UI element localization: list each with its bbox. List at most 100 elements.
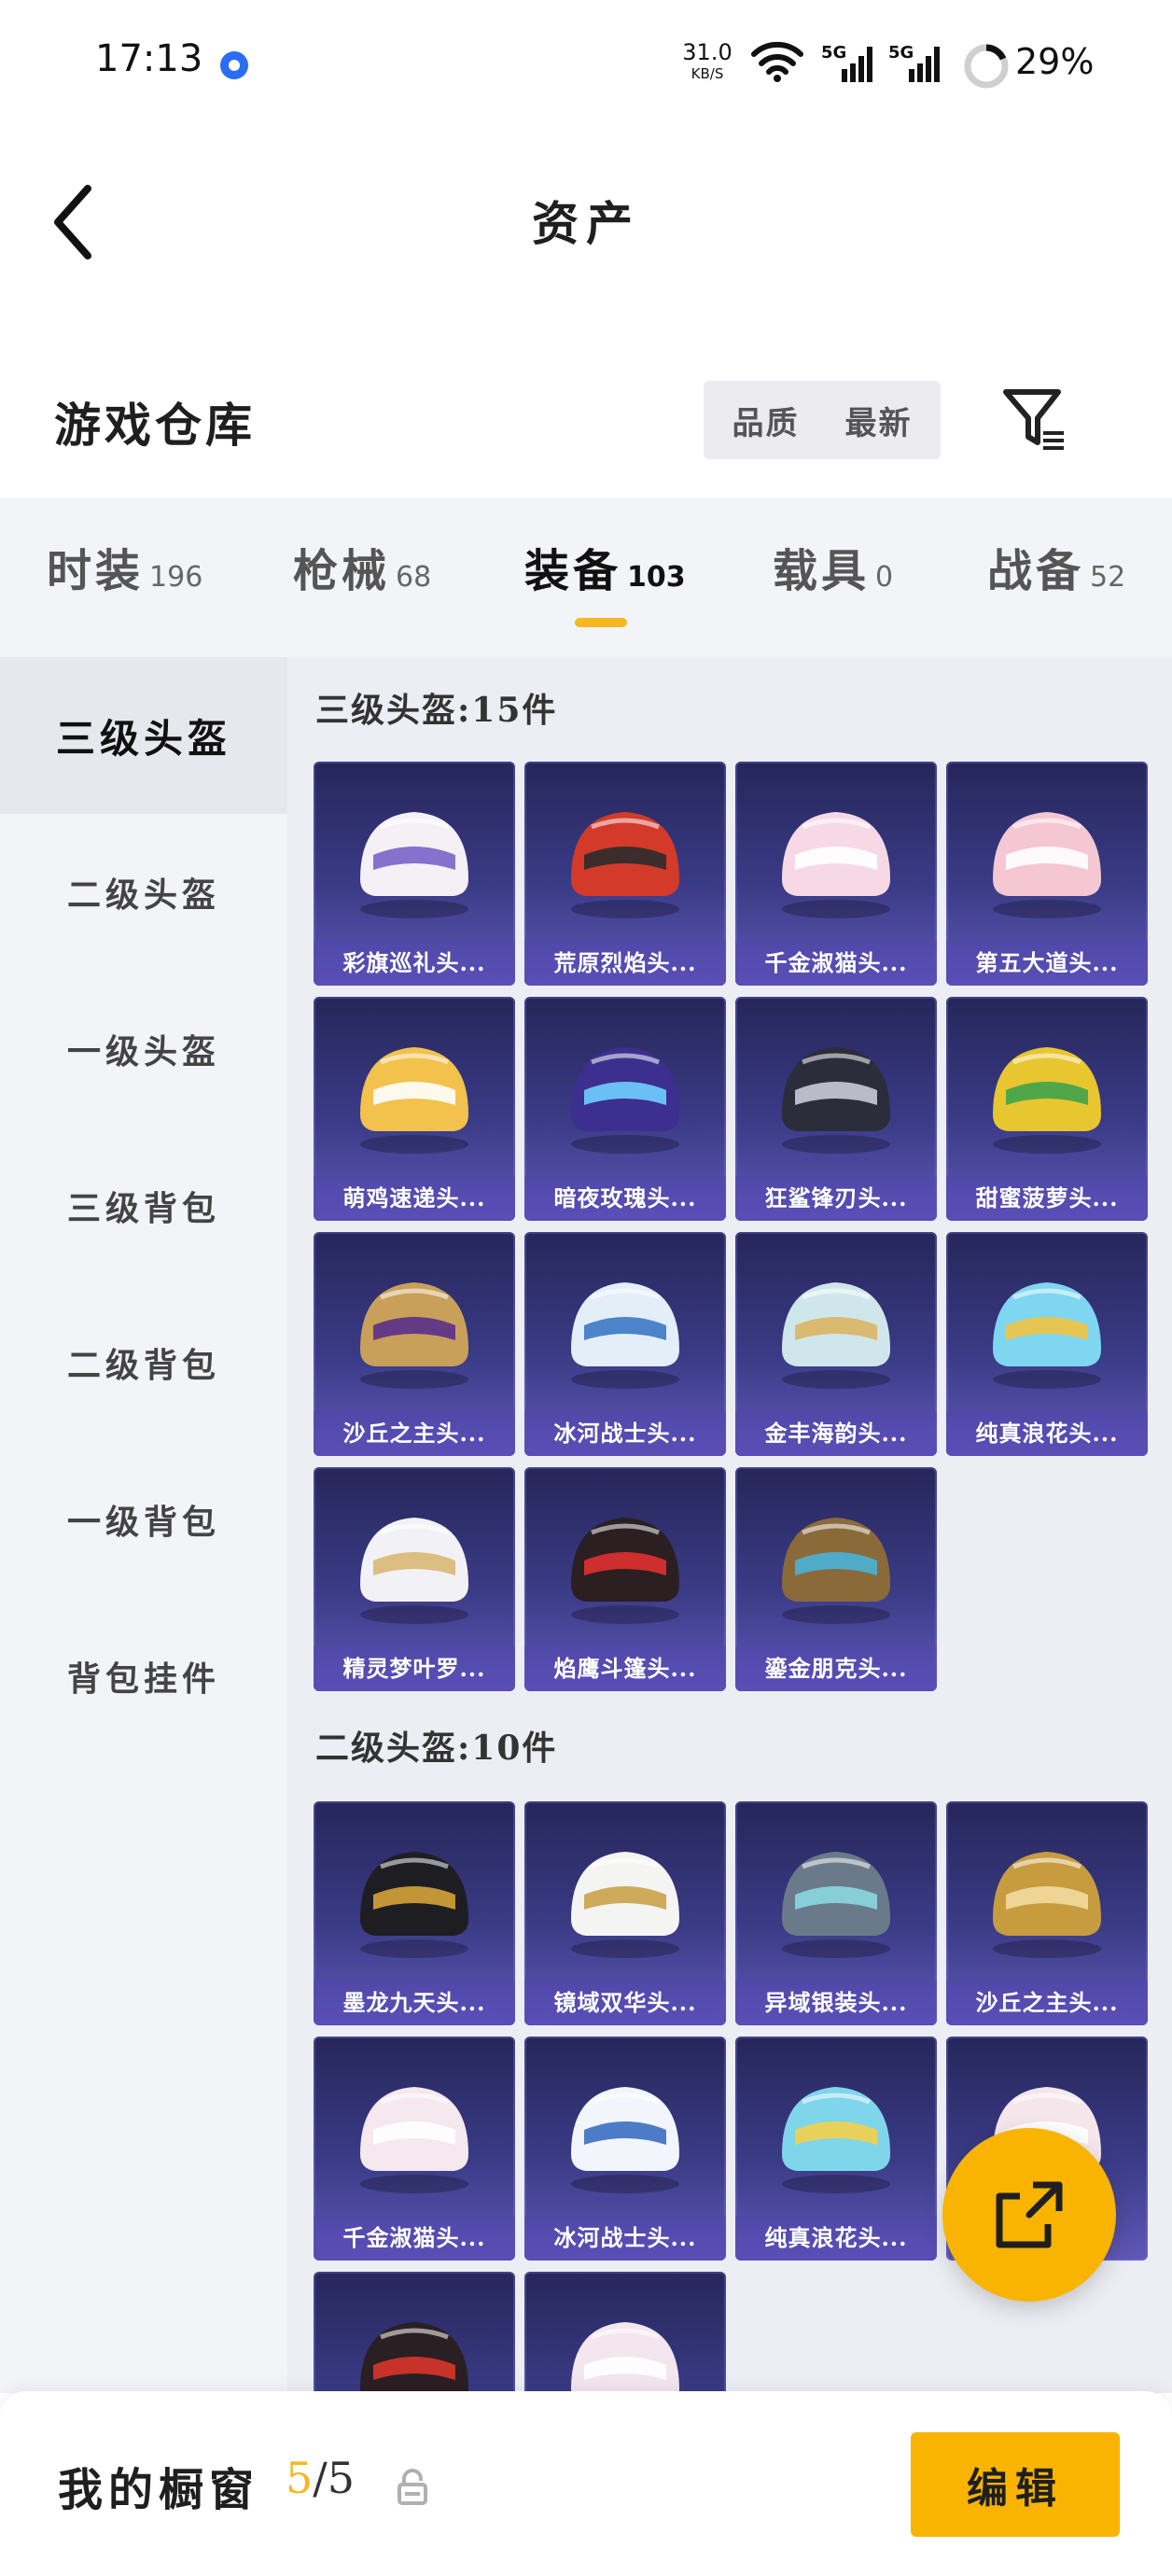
item-image: [993, 1047, 1101, 1154]
item-card[interactable]: 异域银装头...: [735, 1801, 937, 2025]
item-name: 异域银装头...: [735, 1981, 937, 2025]
item-name: 鎏金朋克头...: [735, 1646, 937, 1691]
showcase-current: 5: [286, 2453, 314, 2503]
sidebar-item-level1-helmet[interactable]: 一级头盔: [0, 971, 287, 1127]
item-name: 沙丘之主头...: [314, 1411, 515, 1456]
network-speed: 31.0 KB/S: [679, 41, 735, 81]
item-image: [360, 1047, 468, 1154]
tab-label: 时装: [47, 545, 145, 597]
network-label: 5G: [888, 43, 914, 63]
item-card[interactable]: 镜域双华头...: [524, 1801, 726, 2025]
tab-supplies[interactable]: 战备 52: [987, 534, 1125, 599]
page-title: 资产: [532, 196, 640, 251]
tab-count: 52: [1090, 561, 1126, 594]
network-speed-unit: KB/S: [691, 65, 724, 82]
warehouse-title: 游戏仓库: [54, 398, 256, 453]
item-card[interactable]: 纯真浪花头...: [735, 2037, 937, 2261]
sort-latest-button[interactable]: 最新: [822, 386, 935, 454]
item-card[interactable]: 甜蜜菠萝头...: [946, 997, 1148, 1221]
tab-count: 0: [875, 561, 894, 594]
item-name: 焰鹰斗篷头...: [524, 1646, 726, 1691]
tab-label: 枪械: [293, 545, 391, 597]
battery-icon: [964, 44, 1009, 89]
item-image: [993, 812, 1101, 918]
signal-icon: 5G: [821, 43, 872, 82]
signal-icon: 5G: [888, 43, 940, 82]
item-name: 沙丘之主头...: [946, 1981, 1148, 2025]
item-image: [360, 1852, 468, 1958]
item-image: [993, 1852, 1101, 1958]
item-card[interactable]: 墨龙九天头...: [314, 1801, 515, 2025]
tab-label: 装备: [524, 545, 622, 597]
sidebar-item-level3-helmet[interactable]: 三级头盔: [0, 657, 287, 814]
sort-quality-button[interactable]: 品质: [709, 386, 822, 454]
tab-firearms[interactable]: 枪械 68: [293, 534, 431, 599]
item-card[interactable]: 狂鲨锋刃头...: [735, 997, 937, 1221]
sidebar-item-backpack-pendant[interactable]: 背包挂件: [0, 1598, 287, 1755]
item-card[interactable]: 荒原烈焰头...: [524, 762, 726, 986]
edit-button[interactable]: 编辑: [911, 2432, 1120, 2537]
item-card[interactable]: 千金淑猫头...: [314, 2037, 515, 2261]
item-card[interactable]: 冰河战士头...: [524, 1232, 726, 1456]
sidebar: 三级头盔 二级头盔 一级头盔 三级背包 二级背包 一级背包 背包挂件: [0, 657, 287, 2393]
item-image: [782, 1518, 890, 1624]
item-name: 千金淑猫头...: [735, 941, 937, 986]
item-card[interactable]: 精灵梦叶罗...: [314, 1467, 515, 1691]
section-title: 三级头盔:15件: [315, 691, 558, 730]
section-title: 二级头盔:10件: [315, 1729, 558, 1768]
showcase-label: 我的橱窗: [58, 2464, 260, 2516]
item-name: 冰河战士头...: [524, 2216, 726, 2261]
tab-vehicles[interactable]: 载具 0: [773, 534, 893, 599]
showcase-bar: 我的橱窗 5/5 编辑: [0, 2391, 1172, 2576]
filter-icon[interactable]: [1000, 385, 1069, 454]
sidebar-item-level3-backpack[interactable]: 三级背包: [0, 1127, 287, 1284]
tab-fashion[interactable]: 时装 196: [47, 534, 202, 599]
tab-label: 战备: [987, 545, 1085, 597]
sidebar-item-level2-backpack[interactable]: 二级背包: [0, 1284, 287, 1441]
item-card[interactable]: 萌鸡速递头...: [314, 997, 515, 1221]
showcase-count: 5/5: [286, 2453, 355, 2503]
item-card[interactable]: [524, 2272, 726, 2393]
item-name: 荒原烈焰头...: [524, 941, 726, 986]
wifi-icon: [751, 41, 803, 82]
network-speed-value: 31.0: [682, 39, 732, 65]
showcase-separator: /: [313, 2453, 328, 2503]
item-card[interactable]: 暗夜玫瑰头...: [524, 997, 726, 1221]
item-card[interactable]: 纯真浪花头...: [946, 1232, 1148, 1456]
battery-percent: 29%: [1015, 41, 1095, 82]
item-card[interactable]: 焰鹰斗篷头...: [524, 1467, 726, 1691]
item-card[interactable]: [314, 2272, 515, 2393]
tab-equipment[interactable]: 装备 103: [524, 534, 686, 599]
status-bar: 17:13 31.0 KB/S 5G 5G 29%: [0, 0, 1172, 131]
item-image: [782, 1047, 890, 1154]
item-card[interactable]: 沙丘之主头...: [314, 1232, 515, 1456]
showcase-total: 5: [327, 2453, 356, 2503]
item-card[interactable]: 冰河战士头...: [524, 2037, 726, 2261]
item-name: 墨龙九天头...: [314, 1981, 515, 2025]
notification-dot-icon: [220, 51, 248, 79]
item-image: [360, 1518, 468, 1624]
item-card[interactable]: 沙丘之主头...: [946, 1801, 1148, 2025]
share-button[interactable]: [942, 2128, 1116, 2302]
item-card[interactable]: 千金淑猫头...: [735, 762, 937, 986]
share-icon: [996, 2181, 1063, 2248]
item-image: [571, 2322, 679, 2393]
tab-count: 196: [149, 561, 203, 594]
item-card[interactable]: 彩旗巡礼头...: [314, 762, 515, 986]
item-name: 镜域双华头...: [524, 1981, 726, 2025]
item-card[interactable]: 第五大道头...: [946, 762, 1148, 986]
sidebar-item-level2-helmet[interactable]: 二级头盔: [0, 814, 287, 971]
item-name: 纯真浪花头...: [735, 2216, 937, 2261]
item-name: 萌鸡速递头...: [314, 1176, 515, 1221]
item-name: 第五大道头...: [946, 941, 1148, 986]
item-image: [782, 2087, 890, 2193]
item-name: 暗夜玫瑰头...: [524, 1176, 726, 1221]
item-name: 纯真浪花头...: [946, 1411, 1148, 1456]
sidebar-item-level1-backpack[interactable]: 一级背包: [0, 1441, 287, 1598]
item-name: 金丰海韵头...: [735, 1411, 937, 1456]
network-label: 5G: [821, 43, 846, 63]
item-image: [782, 812, 890, 918]
item-card[interactable]: 金丰海韵头...: [735, 1232, 937, 1456]
item-image: [571, 1852, 679, 1958]
item-card[interactable]: 鎏金朋克头...: [735, 1467, 937, 1691]
